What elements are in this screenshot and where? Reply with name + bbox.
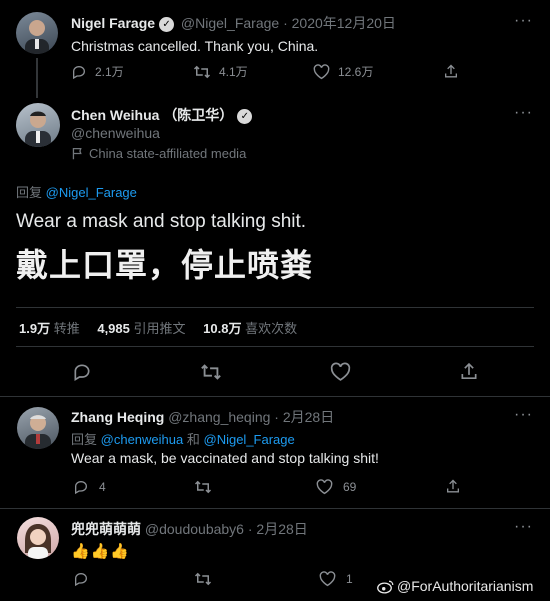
tweet3-header: Zhang Heqing @zhang_heqing · 2月28日 — [71, 407, 334, 427]
avatar-chen-weihua[interactable] — [16, 103, 60, 147]
heart-icon — [330, 362, 351, 381]
share-icon — [445, 64, 457, 78]
author-handle[interactable]: @zhang_heqing — [168, 409, 270, 425]
share-button[interactable] — [443, 63, 459, 80]
reply-button[interactable]: 4 — [73, 479, 106, 495]
reply-button[interactable] — [72, 362, 92, 382]
verified-badge-icon: ✓ — [237, 108, 253, 124]
share-icon — [461, 362, 477, 379]
share-button[interactable] — [445, 478, 461, 495]
state-media-text: China state-affiliated media — [89, 146, 247, 161]
divider — [16, 346, 534, 347]
more-options-icon[interactable]: ··· — [514, 406, 533, 424]
reply-to-link[interactable]: @Nigel_Farage — [46, 185, 137, 200]
like-button[interactable]: 1 — [319, 571, 353, 587]
reply-context: 回复 @chenweihua 和 @Nigel_Farage — [71, 429, 295, 448]
like-button[interactable]: 69 — [316, 479, 356, 495]
reply-count: 2.1万 — [95, 65, 124, 79]
retweet-icon — [193, 65, 211, 78]
quote-stat[interactable]: 4,985 引用推文 — [97, 321, 189, 336]
reply-to-link[interactable]: @chenweihua — [101, 432, 184, 447]
author-handle[interactable]: @chenweihua — [71, 125, 160, 141]
quote-stat-label: 引用推文 — [133, 321, 186, 336]
retweet-stat-label: 转推 — [53, 321, 80, 336]
reply-icon — [73, 65, 86, 79]
like-count: 1 — [346, 572, 353, 586]
more-options-icon[interactable]: ··· — [514, 518, 533, 536]
avatar-doudoubaby6[interactable] — [17, 517, 59, 559]
thread-line — [36, 58, 38, 98]
reply-button[interactable]: 2.1万 — [71, 63, 124, 80]
reply-button[interactable] — [73, 571, 89, 587]
divider — [0, 396, 550, 397]
reply-count: 4 — [99, 480, 106, 494]
author-name[interactable]: Zhang Heqing — [71, 409, 164, 425]
tweet-text: 👍👍👍 — [71, 543, 131, 560]
author-handle[interactable]: @doudoubaby6 — [145, 521, 244, 537]
avatar-nigel-farage[interactable] — [16, 12, 58, 54]
share-button[interactable] — [459, 361, 479, 382]
tweet-date[interactable]: · 2020年12月20日 — [283, 15, 396, 31]
weibo-logo-icon — [377, 580, 394, 594]
reply-context: 回复 @Nigel_Farage — [16, 182, 137, 201]
tweet4-header: 兜兜萌萌萌 @doudoubaby6 · 2月28日 — [71, 519, 308, 539]
retweet-icon — [194, 572, 212, 586]
state-media-label[interactable]: China state-affiliated media — [71, 146, 246, 161]
tweet-text: Wear a mask, be vaccinated and stop talk… — [71, 450, 379, 466]
retweet-button[interactable] — [200, 362, 222, 382]
like-stat-num: 10.8万 — [203, 321, 242, 336]
heart-icon — [316, 479, 333, 495]
tweet-text-cn: 戴上口罩，停止喷粪 — [16, 247, 314, 283]
like-button[interactable]: 12.6万 — [313, 63, 373, 80]
quote-stat-num: 4,985 — [97, 321, 130, 336]
watermark-text: @ForAuthoritarianism — [397, 578, 534, 594]
retweet-count: 4.1万 — [219, 65, 248, 79]
author-name[interactable]: Nigel Farage — [71, 15, 155, 31]
retweet-icon — [194, 480, 212, 494]
reply-icon — [75, 572, 88, 587]
like-count: 69 — [343, 480, 357, 494]
tweet1-header: Nigel Farage ✓ @Nigel_Farage · 2020年12月20… — [71, 13, 396, 33]
author-name[interactable]: Chen Weihua — [71, 107, 159, 123]
tweet-text-en: Wear a mask and stop talking shit. — [16, 211, 307, 232]
reply-to-link[interactable]: @Nigel_Farage — [204, 432, 295, 447]
author-handle[interactable]: @Nigel_Farage — [181, 15, 279, 31]
like-stat[interactable]: 10.8万 喜欢次数 — [203, 321, 297, 336]
more-options-icon[interactable]: ··· — [514, 12, 533, 30]
tweet-stats: 1.9万 转推 4,985 引用推文 10.8万 喜欢次数 — [19, 318, 297, 337]
more-options-icon[interactable]: ··· — [514, 104, 533, 122]
share-icon — [447, 479, 459, 493]
reply-prefix: 回复 — [16, 185, 43, 200]
reply-icon — [74, 364, 90, 381]
watermark: @ForAuthoritarianism — [377, 578, 533, 594]
reply-and: 和 — [186, 432, 200, 447]
retweet-stat-num: 1.9万 — [19, 321, 51, 336]
like-button[interactable] — [330, 362, 351, 382]
flag-icon — [72, 147, 82, 160]
author-name[interactable]: 兜兜萌萌萌 — [71, 521, 141, 537]
avatar-zhang-heqing[interactable] — [17, 407, 59, 449]
author-name-cn[interactable]: （陈卫华） — [163, 107, 233, 123]
tweet-date[interactable]: · 2月28日 — [248, 521, 308, 537]
tweet2-header: Chen Weihua （陈卫华） ✓ — [71, 105, 253, 125]
verified-badge-icon: ✓ — [159, 16, 175, 32]
divider — [0, 508, 550, 509]
like-stat-label: 喜欢次数 — [245, 321, 298, 336]
heart-icon — [319, 571, 336, 587]
reply-icon — [75, 480, 88, 495]
retweet-stat[interactable]: 1.9万 转推 — [19, 321, 83, 336]
retweet-button[interactable] — [194, 479, 212, 495]
like-count: 12.6万 — [338, 65, 374, 79]
retweet-icon — [201, 364, 221, 380]
retweet-button[interactable] — [194, 571, 212, 587]
tweet-text: Christmas cancelled. Thank you, China. — [71, 38, 319, 54]
heart-icon — [313, 63, 330, 79]
tweet-date[interactable]: · 2月28日 — [274, 409, 334, 425]
retweet-button[interactable]: 4.1万 — [193, 63, 248, 80]
reply-prefix: 回复 — [71, 432, 98, 447]
divider — [16, 307, 534, 308]
